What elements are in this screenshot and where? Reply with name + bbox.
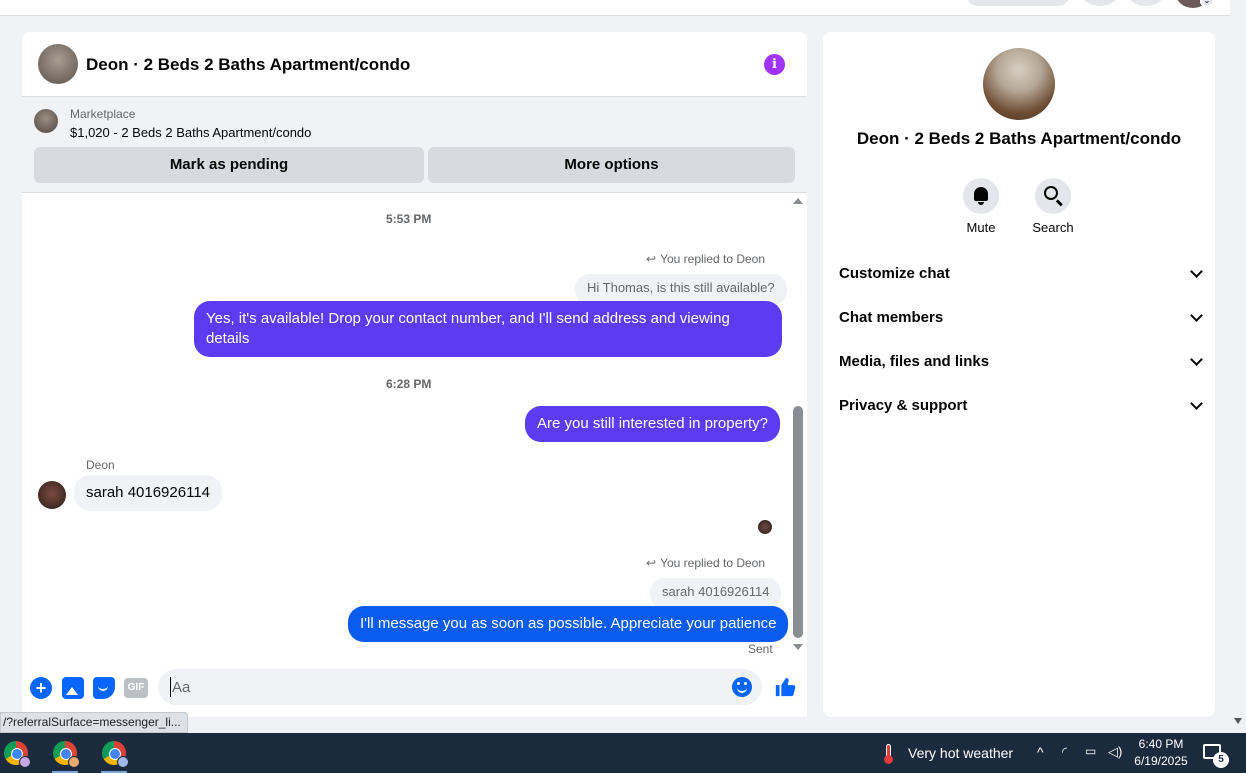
search-icon-circle[interactable] (1035, 178, 1071, 214)
listing-thumbnail[interactable] (34, 109, 58, 133)
emoji-icon[interactable] (732, 677, 752, 697)
details-panel: Deon · 2 Beds 2 Baths Apartment/condo Mu… (823, 32, 1215, 717)
wifi-icon[interactable]: ◜ (1062, 744, 1067, 760)
section-label: Customize chat (839, 265, 950, 282)
chrome-profile-icon[interactable] (4, 741, 31, 768)
chevron-up-icon[interactable]: ^ (1037, 744, 1044, 760)
message-input[interactable] (170, 677, 710, 697)
menu-icon[interactable] (1082, 0, 1118, 6)
reply-indicator-text: You replied to Deon (660, 556, 766, 570)
section-privacy-support[interactable]: Privacy & support (839, 391, 1203, 421)
outgoing-message[interactable]: Are you still interested in property? (525, 406, 780, 442)
thermometer-icon[interactable] (882, 744, 893, 764)
search-icon (1044, 186, 1058, 200)
reply-indicator: ↩ You replied to Deon (646, 556, 765, 570)
search-button[interactable]: Search (1018, 178, 1088, 235)
quoted-message[interactable]: sarah 4016926114 (650, 578, 782, 609)
like-icon[interactable] (774, 676, 796, 698)
photo-icon[interactable] (62, 677, 84, 699)
timestamp: 5:53 PM (386, 212, 432, 226)
listing-title[interactable]: $1,020 - 2 Beds 2 Baths Apartment/condo (70, 125, 311, 140)
chat-header: Deon · 2 Beds 2 Baths Apartment/condo i (22, 32, 807, 97)
chrome-profile-icon[interactable] (102, 741, 129, 768)
sender-name: Deon (86, 458, 115, 472)
sticker-icon[interactable] (93, 677, 115, 699)
notifications-icon[interactable] (1128, 0, 1164, 6)
mute-icon-circle[interactable] (963, 178, 999, 214)
top-bar: ⌄ (0, 0, 1230, 16)
message-list[interactable]: 5:53 PM ↩ You replied to Deon Hi Thomas, … (22, 194, 807, 656)
marketplace-label: Marketplace (70, 107, 136, 121)
section-label: Privacy & support (839, 397, 968, 414)
chevron-down-icon (1190, 397, 1203, 410)
seen-avatar (758, 520, 772, 534)
scroll-up-icon[interactable] (793, 198, 803, 204)
section-customize-chat[interactable]: Customize chat (839, 259, 1203, 289)
timestamp: 6:28 PM (386, 377, 432, 391)
section-chat-members[interactable]: Chat members (839, 303, 1203, 333)
message-input-box[interactable] (158, 669, 762, 705)
chevron-down-icon: ⌄ (1200, 0, 1214, 8)
reply-icon: ↩ (646, 252, 657, 266)
incoming-message[interactable]: sarah 4016926114 (74, 475, 222, 511)
bell-icon (974, 187, 988, 205)
battery-icon[interactable]: ▭ (1085, 744, 1096, 758)
clock[interactable]: 6:40 PM 6/19/2025 (1128, 736, 1194, 770)
scroll-down-icon[interactable] (793, 644, 803, 650)
sender-avatar[interactable] (38, 481, 66, 509)
search-label: Search (1032, 220, 1074, 235)
chevron-down-icon (1190, 353, 1203, 366)
weather-text[interactable]: Very hot weather (908, 745, 1013, 761)
clock-date: 6/19/2025 (1134, 754, 1188, 768)
section-label: Media, files and links (839, 353, 990, 370)
profile-avatar[interactable]: ⌄ (1176, 0, 1214, 8)
clock-time: 6:40 PM (1138, 737, 1184, 751)
mute-label: Mute (966, 220, 996, 235)
top-search-pill[interactable] (966, 0, 1070, 6)
chat-scrollbar[interactable] (793, 194, 805, 654)
more-options-button[interactable]: More options (428, 147, 795, 183)
info-icon[interactable]: i (764, 54, 785, 75)
chevron-down-icon (1190, 265, 1203, 278)
chrome-profile-icon[interactable] (53, 741, 80, 768)
mute-button[interactable]: Mute (946, 178, 1016, 235)
details-name: Deon · 2 Beds 2 Baths Apartment/condo (856, 129, 1182, 148)
sent-status: Sent (748, 642, 773, 656)
notification-count: 5 (1213, 752, 1229, 768)
chat-avatar[interactable] (38, 44, 78, 84)
mark-pending-button[interactable]: Mark as pending (34, 147, 424, 183)
section-media-files-links[interactable]: Media, files and links (839, 347, 1203, 377)
chat-panel: Deon · 2 Beds 2 Baths Apartment/condo i … (22, 32, 807, 717)
plus-icon[interactable]: + (30, 677, 52, 699)
reply-icon: ↩ (646, 556, 657, 570)
link-preview-status: /?referralSurface=messenger_li... (0, 712, 188, 733)
chat-title[interactable]: Deon · 2 Beds 2 Baths Apartment/condo (86, 55, 410, 75)
profile-badge-icon (68, 756, 80, 768)
profile-badge-icon (117, 756, 129, 768)
reply-indicator: ↩ You replied to Deon (646, 252, 765, 266)
outgoing-message[interactable]: I'll message you as soon as possible. Ap… (348, 606, 789, 642)
composer: + GIF (22, 668, 807, 708)
scroll-thumb[interactable] (793, 406, 803, 638)
marketplace-banner: Marketplace $1,020 - 2 Beds 2 Baths Apar… (22, 97, 807, 193)
window-scrollbar[interactable] (1230, 0, 1246, 733)
reply-indicator-text: You replied to Deon (660, 252, 766, 266)
details-avatar[interactable] (983, 48, 1055, 120)
volume-icon[interactable]: ◁) (1108, 744, 1122, 760)
gif-icon[interactable]: GIF (124, 678, 148, 698)
profile-badge-icon (19, 756, 31, 768)
chevron-down-icon (1190, 309, 1203, 322)
scroll-down-icon[interactable] (1234, 718, 1242, 724)
taskbar (0, 733, 1246, 773)
section-label: Chat members (839, 309, 944, 326)
outgoing-message[interactable]: Yes, it's available! Drop your contact n… (194, 301, 782, 357)
